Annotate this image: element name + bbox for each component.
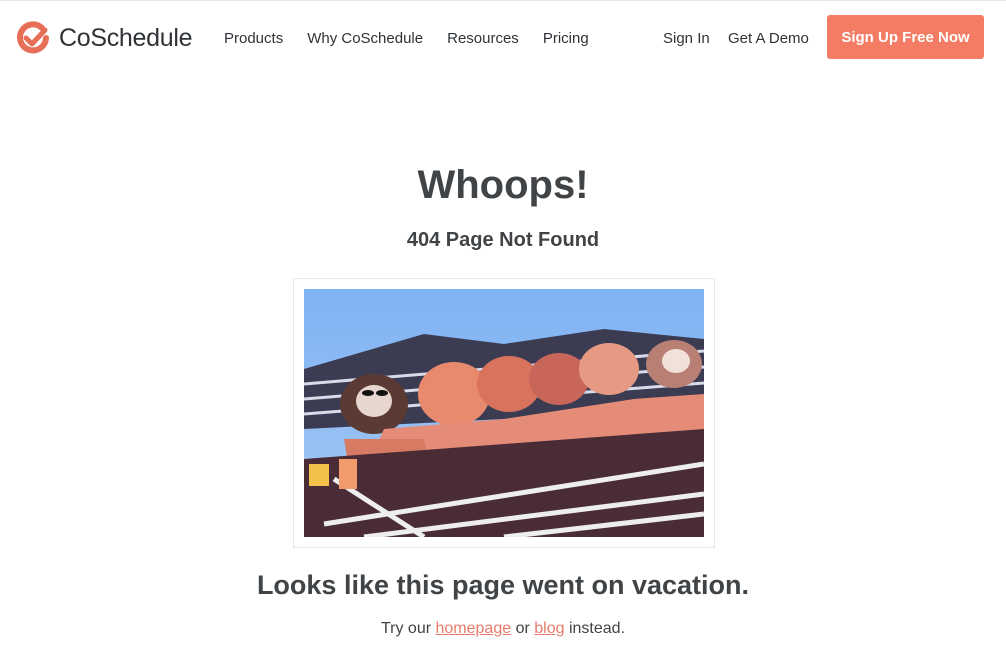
sign-up-button[interactable]: Sign Up Free Now xyxy=(827,15,984,59)
error-subtitle: 404 Page Not Found xyxy=(406,229,600,251)
vacation-image-frame xyxy=(293,278,715,548)
help-middle: or xyxy=(515,620,530,637)
page-title: Whoops! xyxy=(417,163,589,207)
vacation-dogs-image xyxy=(304,289,704,537)
homepage-link[interactable]: homepage xyxy=(436,620,512,637)
nav-why-coschedule[interactable]: Why CoSchedule xyxy=(307,30,423,47)
site-header: CoSchedule Products Why CoSchedule Resou… xyxy=(0,0,1006,76)
sign-in-link[interactable]: Sign In xyxy=(663,30,710,47)
vacation-tagline: Looks like this page went on vacation. xyxy=(256,570,750,600)
help-prefix: Try our xyxy=(380,620,432,637)
blog-link[interactable]: blog xyxy=(534,620,564,637)
get-demo-link[interactable]: Get A Demo xyxy=(728,30,809,47)
nav-resources[interactable]: Resources xyxy=(447,30,519,47)
help-suffix: instead. xyxy=(568,620,626,637)
main-nav: Products Why CoSchedule Resources Pricin… xyxy=(224,30,613,47)
checkmark-circle-icon xyxy=(17,21,49,54)
brand-name: CoSchedule xyxy=(59,23,193,52)
brand-logo[interactable]: CoSchedule xyxy=(16,21,193,55)
nav-pricing[interactable]: Pricing xyxy=(543,30,589,47)
nav-products[interactable]: Products xyxy=(224,30,283,47)
help-text: Try our homepage or blog instead. xyxy=(0,620,1006,638)
